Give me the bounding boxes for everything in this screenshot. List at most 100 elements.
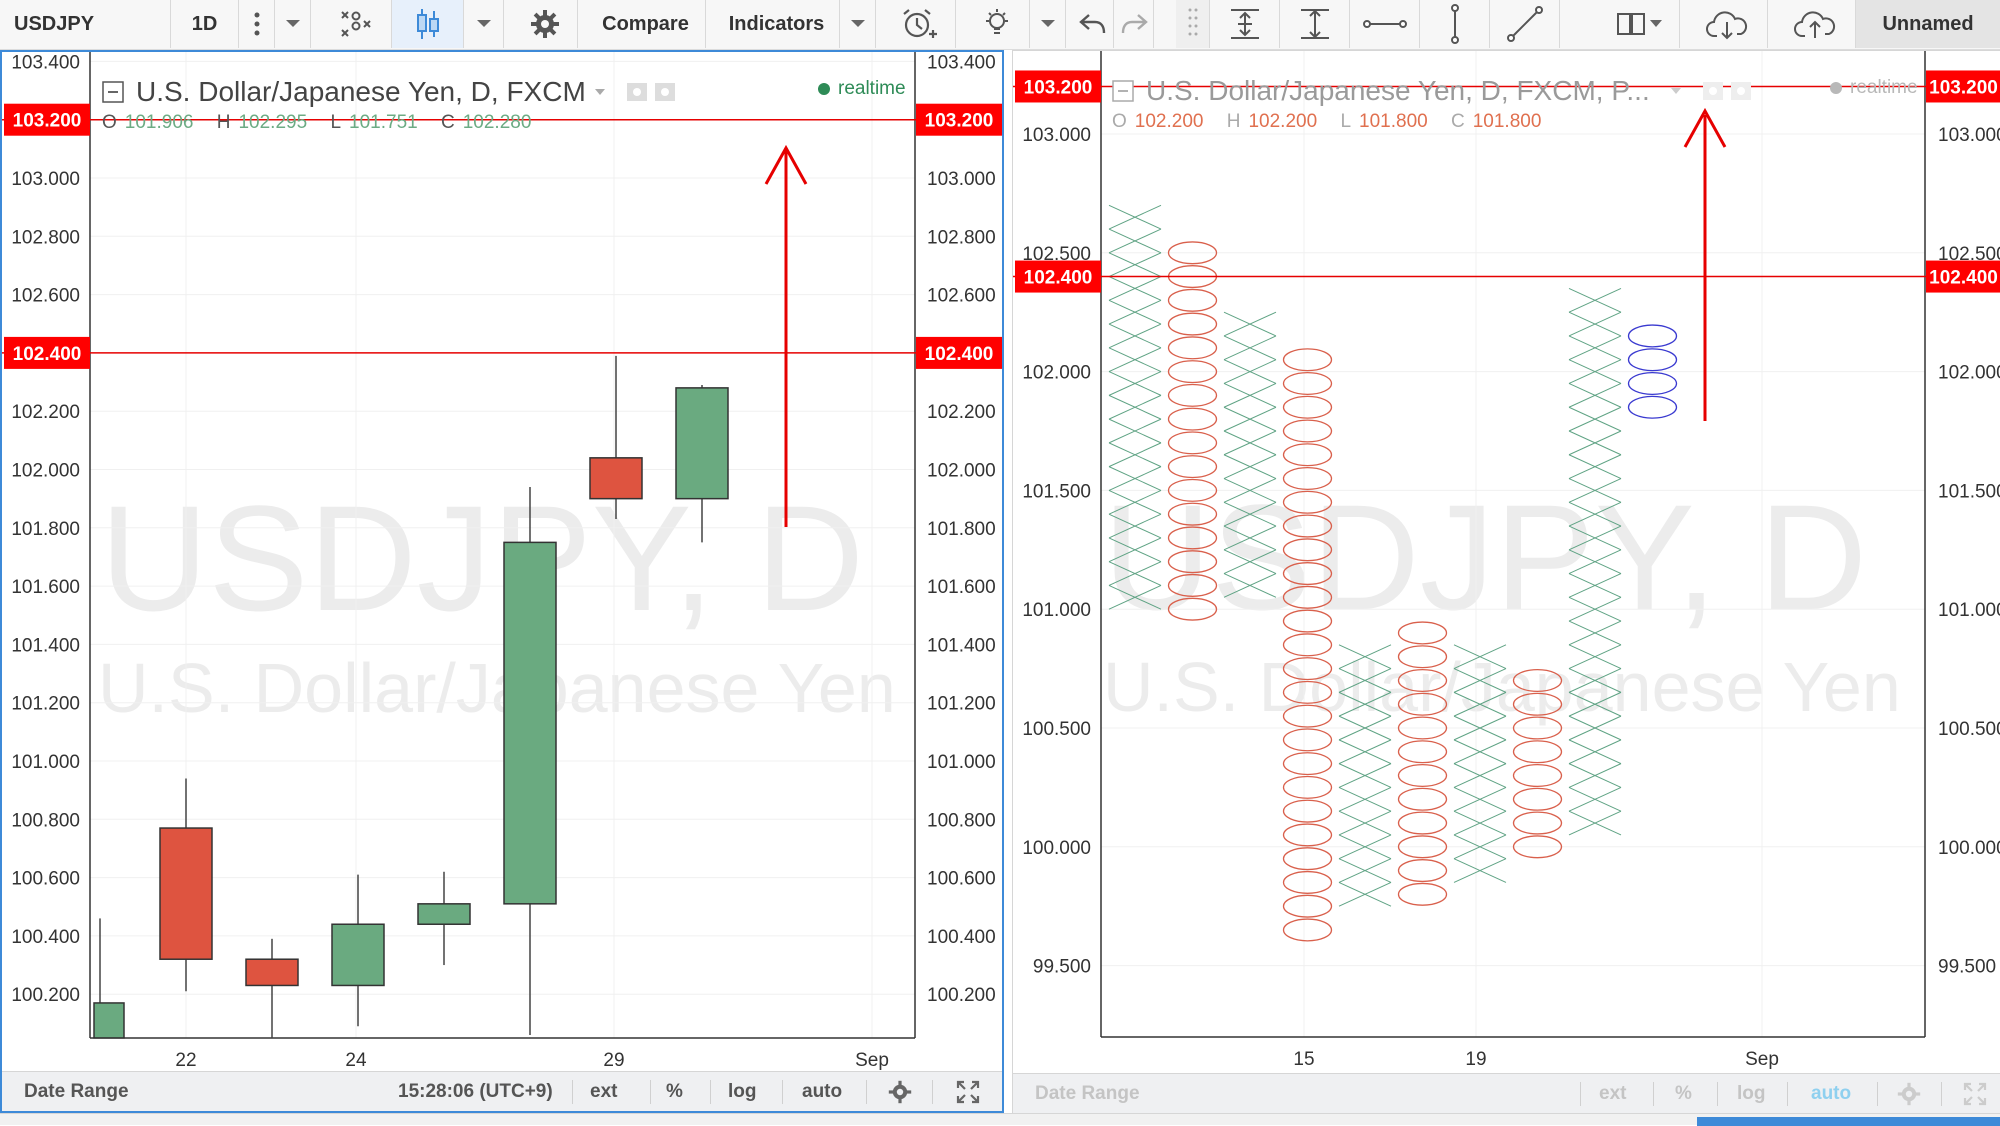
- x-axis-tick: Sep: [855, 1050, 889, 1071]
- ext-toggle[interactable]: ext: [590, 1072, 617, 1112]
- left-axis-tick: 102.000: [11, 461, 80, 482]
- right-chart-pane[interactable]: USDJPY, D U.S. Dollar/Japanese Yen 103.000…: [1012, 50, 2000, 1113]
- collapse-legend-icon[interactable]: [102, 81, 124, 103]
- x-axis-tick: Sep: [1745, 1049, 1779, 1070]
- candle-up: [675, 387, 729, 500]
- symbol-search[interactable]: USDJPY: [0, 0, 171, 48]
- chart-type-dropdown[interactable]: [464, 0, 504, 48]
- left-axis-tick: 100.500: [1022, 719, 1091, 740]
- eye-icon[interactable]: [626, 82, 648, 102]
- log-toggle[interactable]: log: [1737, 1074, 1766, 1114]
- pnf-x-mark: [1108, 394, 1162, 420]
- pnf-x-mark: [1108, 442, 1162, 468]
- divider: [1877, 1082, 1878, 1106]
- left-axis-tick: 101.800: [11, 519, 80, 540]
- scale-settings-button[interactable]: [1897, 1074, 1921, 1114]
- pnf-o-mark: [1397, 882, 1448, 906]
- expand-icon: [956, 1080, 980, 1104]
- pnf-o-mark: [1512, 740, 1563, 764]
- eye-icon[interactable]: [1702, 81, 1724, 101]
- pnf-x-mark: [1338, 881, 1392, 907]
- pnf-x-mark: [1568, 287, 1622, 313]
- layout-button[interactable]: [1600, 0, 1680, 48]
- scale-settings-button[interactable]: [888, 1072, 912, 1112]
- left-axis-tick: 103.400: [11, 52, 80, 73]
- indicators-button[interactable]: Indicators: [714, 0, 840, 48]
- low-value: 101.800: [1359, 111, 1428, 132]
- right-axis-tick: 99.500: [1938, 957, 1996, 978]
- layout-name[interactable]: Unnamed: [1856, 0, 2000, 48]
- gear-icon[interactable]: [1730, 81, 1752, 101]
- redo-button[interactable]: [1114, 0, 1154, 48]
- right-pnf-chart[interactable]: USDJPY, DU.S. Dollar/Japanese Yen103.000…: [1013, 51, 2000, 1073]
- fullscreen-button[interactable]: [956, 1072, 980, 1112]
- point-and-figure-button[interactable]: [320, 0, 392, 48]
- right-axis-tick: 103.000: [1938, 125, 2000, 146]
- settings-button[interactable]: [512, 0, 578, 48]
- gear-icon: [888, 1080, 912, 1104]
- date-range-label: Date Range: [1035, 1083, 1140, 1104]
- pnf-o-mark: [1512, 787, 1563, 811]
- left-axis-tick: 101.600: [11, 577, 80, 598]
- indicators-dropdown[interactable]: [840, 0, 876, 48]
- pnf-x-mark: [1108, 299, 1162, 325]
- pnf-x-mark: [1568, 739, 1622, 765]
- pnf-x-mark: [1338, 858, 1392, 883]
- right-axis-tick: 100.200: [927, 985, 996, 1006]
- drawings-dropdown[interactable]: [1030, 0, 1066, 48]
- left-candlestick-chart[interactable]: USDJPY, DU.S. Dollar/Japanese Yen 103.400…: [2, 52, 1002, 1071]
- close-key: C: [1451, 111, 1465, 132]
- price-range-tool[interactable]: [1210, 0, 1280, 48]
- collapse-legend-icon[interactable]: [1112, 80, 1134, 102]
- pnf-x-mark: [1453, 858, 1507, 883]
- vertical-dots-icon: [254, 12, 259, 36]
- vertical-line-tool[interactable]: [1420, 0, 1490, 48]
- load-layout-button[interactable]: [1688, 0, 1768, 48]
- pnf-o-mark: [1512, 763, 1563, 788]
- percent-toggle[interactable]: %: [1675, 1074, 1692, 1114]
- pnf-x-mark: [1223, 406, 1277, 432]
- chevron-down-icon: [850, 20, 865, 27]
- ext-toggle[interactable]: ext: [1599, 1074, 1626, 1114]
- trend-line-tool[interactable]: [1490, 0, 1560, 48]
- clock-display[interactable]: 15:28:06 (UTC+9): [398, 1072, 553, 1112]
- pnf-o-mark: [1397, 763, 1448, 788]
- more-intervals-button[interactable]: [239, 0, 275, 48]
- log-toggle[interactable]: log: [728, 1072, 757, 1112]
- watermark-symbol: USDJPY, D: [100, 474, 864, 642]
- chevron-down-icon[interactable]: [594, 88, 606, 96]
- auto-toggle[interactable]: auto: [802, 1072, 842, 1112]
- high-value: 102.295: [238, 112, 308, 133]
- pnf-x-mark: [1338, 763, 1392, 788]
- undo-icon: [1078, 14, 1105, 34]
- drawing-toolbar-handle[interactable]: [1176, 0, 1210, 48]
- interval-dropdown[interactable]: [275, 0, 311, 48]
- fullscreen-button[interactable]: [1963, 1074, 1987, 1114]
- divider: [932, 1080, 933, 1104]
- compare-button[interactable]: Compare: [586, 0, 706, 48]
- low-value: 101.751: [349, 112, 418, 133]
- divider: [1653, 1082, 1654, 1106]
- interval-button[interactable]: 1D: [171, 0, 239, 48]
- gear-icon[interactable]: [654, 82, 676, 102]
- right-axis-tick: 100.400: [927, 927, 996, 948]
- save-layout-button[interactable]: [1776, 0, 1856, 48]
- date-range-button[interactable]: Date Range: [1035, 1074, 1140, 1114]
- undo-button[interactable]: [1072, 0, 1114, 48]
- add-alert-button[interactable]: [884, 0, 956, 48]
- candle-down: [245, 958, 299, 987]
- left-chart-pane[interactable]: USDJPY, D U.S. Dollar/Japanese Yen 103.400…: [0, 50, 1004, 1113]
- pnf-o-mark: [1627, 348, 1678, 372]
- percent-toggle[interactable]: %: [666, 1072, 683, 1112]
- candles-button[interactable]: [392, 0, 464, 48]
- hide-drawings-button[interactable]: [964, 0, 1030, 48]
- divider: [710, 1080, 711, 1104]
- chevron-down-icon[interactable]: [1670, 87, 1682, 95]
- left-axis-tick: 101.400: [11, 635, 80, 656]
- candles-icon: [416, 9, 439, 39]
- auto-toggle[interactable]: auto: [1811, 1074, 1851, 1114]
- date-range-tool[interactable]: [1280, 0, 1350, 48]
- date-range-button[interactable]: Date Range: [24, 1072, 129, 1112]
- right-axis-tick: 102.200: [927, 402, 996, 423]
- horizontal-line-tool[interactable]: [1350, 0, 1420, 48]
